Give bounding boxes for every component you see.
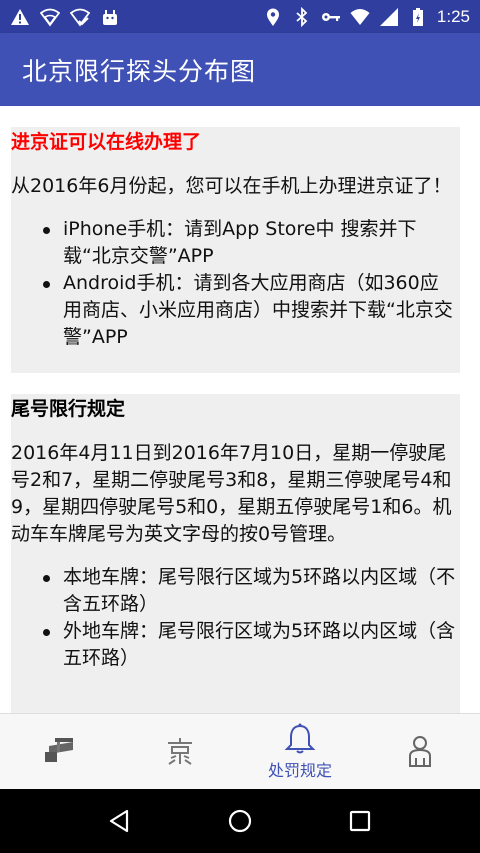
bullet-list-plate-restriction: 本地车牌：尾号限行区域为5环路以内区域（不含五环路） 外地车牌：尾号限行区域为5… (11, 564, 456, 672)
section-entry-permit: 进京证可以在线办理了 从2016年6月份起，您可以在手机上办理进京证了！ iPh… (11, 127, 460, 373)
list-item: 本地车牌：尾号限行区域为5环路以内区域（不含五环路） (11, 564, 456, 618)
warning-icon (11, 8, 29, 25)
list-item: 外地车牌：尾号限行区域为5环路以内区域（含五环路） (11, 618, 456, 672)
app-bar: 北京限行探头分布图 (0, 33, 480, 106)
back-icon[interactable] (107, 808, 133, 834)
app-title: 北京限行探头分布图 (22, 56, 257, 86)
wifi-icon (350, 8, 370, 25)
bullet-list-entry-permit: iPhone手机：请到App Store中 搜索并下载“北京交警”APP And… (11, 216, 456, 351)
location-icon (266, 8, 279, 26)
camera-icon (45, 737, 73, 762)
bottom-navigation: 处罚规定 (0, 713, 480, 789)
list-item: iPhone手机：请到App Store中 搜索并下载“北京交警”APP (11, 216, 456, 270)
wifi-outline-icon (40, 8, 60, 26)
list-item: Android手机：请到各大应用商店（如360应用商店、小米应用商店）中搜索并下… (11, 270, 456, 351)
nav-item-camera[interactable] (0, 714, 120, 789)
system-navigation-bar (0, 789, 480, 853)
bell-icon (284, 723, 316, 753)
android-icon (103, 9, 117, 25)
nav-item-penalty-rules[interactable]: 处罚规定 (240, 714, 360, 789)
bluetooth-icon (296, 6, 308, 27)
content-scroll[interactable]: 进京证可以在线办理了 从2016年6月份起，您可以在手机上办理进京证了！ iPh… (0, 106, 480, 713)
section-plate-restriction: 尾号限行规定 2016年4月11日到2016年7月10日，星期一停驶尾号2和7，… (11, 394, 460, 713)
vpn-check-icon (70, 8, 90, 26)
section-paragraph-entry-permit: 从2016年6月份起，您可以在手机上办理进京证了！ (11, 175, 452, 197)
section-title-entry-permit: 进京证可以在线办理了 (11, 131, 202, 153)
nav-item-jing[interactable] (120, 714, 240, 789)
section-paragraph-plate-restriction: 2016年4月11日到2016年7月10日，星期一停驶尾号2和7，星期二停驶尾号… (11, 442, 452, 545)
home-icon[interactable] (227, 808, 253, 834)
person-icon (409, 735, 431, 767)
recents-icon[interactable] (347, 808, 373, 834)
battery-icon (412, 7, 423, 26)
nav-item-profile[interactable] (360, 714, 480, 789)
section-title-plate-restriction: 尾号限行规定 (11, 398, 126, 420)
nav-label-penalty-rules: 处罚规定 (267, 760, 332, 780)
status-bar: 1:25 (0, 0, 480, 33)
key-icon (321, 12, 340, 21)
status-time: 1:25 (436, 6, 470, 26)
signal-icon (379, 7, 398, 26)
jing-character-icon (168, 737, 192, 765)
